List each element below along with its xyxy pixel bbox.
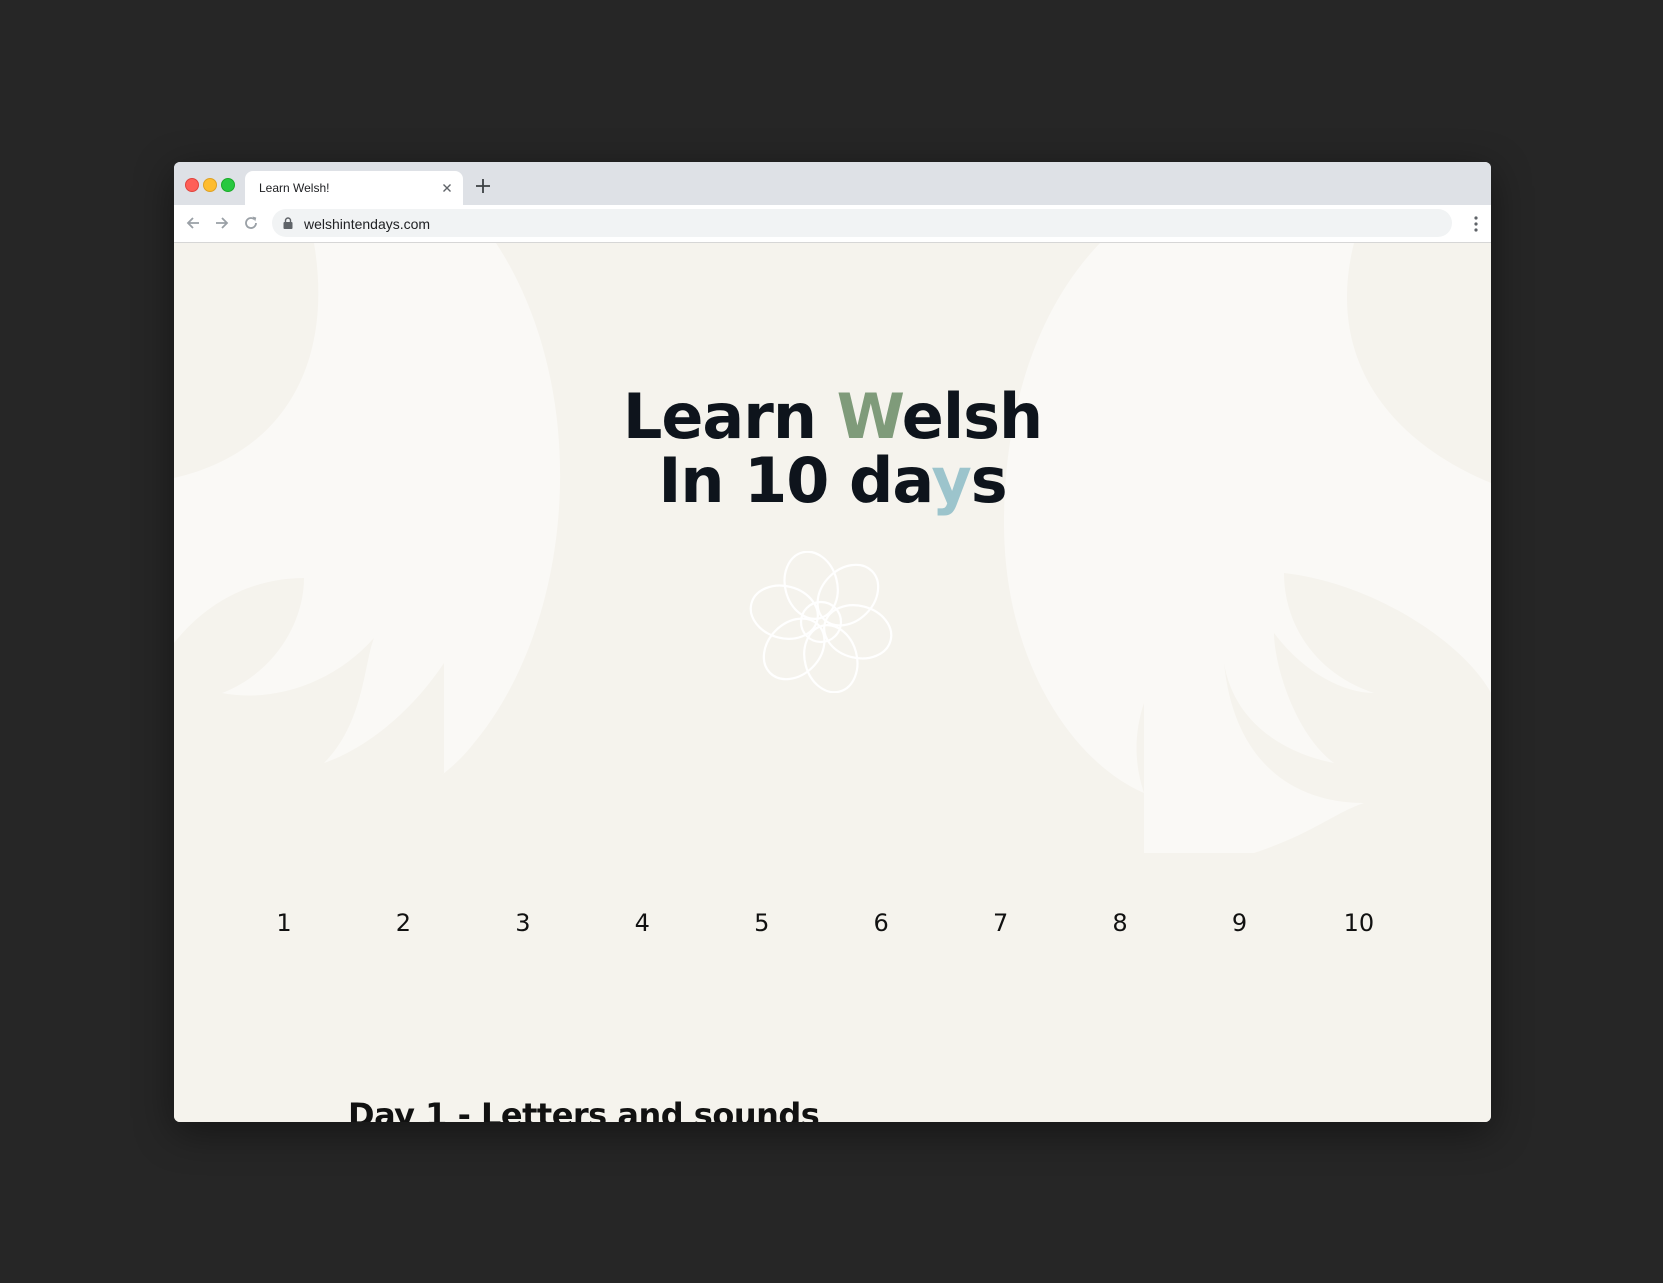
close-icon[interactable] <box>439 180 455 196</box>
browser-tab[interactable]: Learn Welsh! <box>245 171 463 205</box>
hero-line1-prefix: Learn <box>622 379 837 453</box>
hero-line2-prefix: In 10 da <box>658 443 932 517</box>
hero-line2-suffix: s <box>970 443 1008 517</box>
minimize-window-button[interactable] <box>203 178 217 192</box>
kebab-menu-icon[interactable] <box>1473 215 1479 233</box>
day-link-5[interactable]: 5 <box>732 903 792 943</box>
day-link-1[interactable]: 1 <box>254 903 314 943</box>
hero-accent-w: W <box>836 379 903 453</box>
day-link-6[interactable]: 6 <box>851 903 911 943</box>
page-content: Learn Welsh In 10 days 1 2 3 4 5 6 7 8 9 <box>174 243 1491 1122</box>
hero-background-shapes <box>174 243 1491 853</box>
lock-icon <box>283 217 293 229</box>
hero-title-line-2: In 10 days <box>174 448 1491 513</box>
hero-accent-y: y <box>931 443 971 517</box>
day-link-9[interactable]: 9 <box>1210 903 1270 943</box>
hero-line1-suffix: elsh <box>901 379 1043 453</box>
plus-icon[interactable] <box>474 177 492 195</box>
day-link-3[interactable]: 3 <box>493 903 553 943</box>
browser-window: Learn Welsh! welshintendays.com Learn We… <box>174 162 1491 1122</box>
day-link-8[interactable]: 8 <box>1090 903 1150 943</box>
close-window-button[interactable] <box>185 178 199 192</box>
maximize-window-button[interactable] <box>221 178 235 192</box>
tab-bar: Learn Welsh! <box>174 162 1491 205</box>
tab-title: Learn Welsh! <box>259 181 330 195</box>
section-heading: Day 1 - Letters and sounds <box>348 1095 820 1122</box>
day-link-2[interactable]: 2 <box>373 903 433 943</box>
day-link-4[interactable]: 4 <box>612 903 672 943</box>
day-link-7[interactable]: 7 <box>971 903 1031 943</box>
arrow-left-icon[interactable] <box>184 214 202 232</box>
day-link-10[interactable]: 10 <box>1329 903 1389 943</box>
address-bar[interactable]: welshintendays.com <box>272 209 1452 237</box>
browser-toolbar: welshintendays.com <box>174 205 1491 243</box>
arrow-right-icon[interactable] <box>213 214 231 232</box>
reload-icon[interactable] <box>242 214 260 232</box>
day-navigation: 1 2 3 4 5 6 7 8 9 10 <box>254 903 1389 943</box>
hero-title-line-1: Learn Welsh <box>174 384 1491 449</box>
celtic-flower-knot-icon <box>749 551 893 693</box>
url-text[interactable]: welshintendays.com <box>304 216 430 232</box>
hero-title: Learn Welsh In 10 days <box>174 384 1491 513</box>
